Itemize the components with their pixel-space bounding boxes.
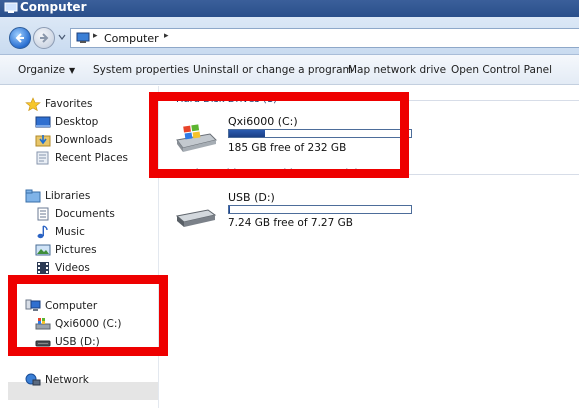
system-properties-button[interactable]: System properties bbox=[93, 64, 189, 76]
drive-usage-fill-d bbox=[229, 206, 230, 213]
recent-pages-dropdown-icon[interactable] bbox=[58, 33, 66, 41]
sidebar-item-label: Libraries bbox=[45, 190, 91, 202]
desktop-icon bbox=[35, 116, 51, 128]
drive-free-text-d: 7.24 GB free of 7.27 GB bbox=[228, 217, 353, 229]
documents-icon bbox=[37, 207, 49, 221]
sidebar-item-label: Favorites bbox=[45, 98, 93, 110]
navigation-pane: Favorites Desktop Downloads Recent Place… bbox=[0, 86, 159, 408]
organize-menu[interactable]: Organize ▼ bbox=[18, 64, 75, 76]
sidebar-item-label: Pictures bbox=[55, 244, 97, 256]
highlight-box-hard-disk bbox=[149, 92, 409, 178]
sidebar-item-downloads[interactable]: Downloads bbox=[35, 132, 113, 148]
sidebar-item-music[interactable]: Music bbox=[35, 224, 85, 240]
arrow-right-icon bbox=[40, 33, 49, 43]
breadcrumb-computer[interactable]: Computer bbox=[104, 32, 159, 45]
open-control-panel-button[interactable]: Open Control Panel bbox=[451, 64, 552, 76]
forward-button[interactable] bbox=[33, 27, 55, 49]
computer-icon bbox=[4, 2, 18, 13]
sidebar-item-pictures[interactable]: Pictures bbox=[35, 242, 97, 258]
recent-places-icon bbox=[36, 151, 49, 165]
address-bar[interactable]: ▸ Computer ▸ bbox=[70, 28, 579, 48]
arrow-left-icon bbox=[15, 33, 24, 43]
window-title: Computer bbox=[20, 0, 87, 14]
back-button[interactable] bbox=[9, 27, 31, 49]
downloads-folder-icon bbox=[35, 135, 51, 147]
organize-label: Organize bbox=[18, 64, 66, 76]
sidebar-item-favorites[interactable]: Favorites bbox=[25, 96, 92, 112]
address-row: ▸ Computer ▸ bbox=[0, 17, 579, 55]
drive-name-d: USB (D:) bbox=[228, 191, 275, 204]
title-bar: Computer bbox=[0, 0, 579, 17]
chevron-down-icon: ▼ bbox=[69, 66, 76, 75]
sidebar-item-label: Network bbox=[45, 374, 89, 386]
map-network-drive-button[interactable]: Map network drive bbox=[348, 64, 446, 76]
sidebar-item-label: Recent Places bbox=[55, 152, 129, 164]
pictures-icon bbox=[35, 244, 51, 256]
sidebar-item-desktop[interactable]: Desktop bbox=[35, 114, 98, 130]
sidebar-item-libraries[interactable]: Libraries bbox=[25, 188, 90, 204]
network-icon bbox=[25, 373, 41, 386]
sidebar-item-network[interactable]: Network bbox=[25, 372, 89, 388]
sidebar-item-label: Desktop bbox=[55, 116, 99, 128]
star-icon bbox=[25, 97, 41, 111]
command-bar: Organize ▼ System properties Uninstall or… bbox=[0, 55, 579, 85]
uninstall-program-button[interactable]: Uninstall or change a program bbox=[193, 64, 353, 76]
videos-icon bbox=[37, 262, 49, 274]
sidebar-item-recent-places[interactable]: Recent Places bbox=[35, 150, 128, 166]
chevron-right-icon[interactable]: ▸ bbox=[93, 31, 98, 41]
highlight-box-computer-nav bbox=[8, 275, 168, 356]
libraries-icon bbox=[25, 189, 41, 203]
sidebar-item-label: Documents bbox=[55, 208, 115, 220]
sidebar-item-label: Videos bbox=[55, 262, 90, 274]
computer-icon bbox=[76, 32, 90, 43]
chevron-right-icon[interactable]: ▸ bbox=[164, 31, 169, 41]
drive-usage-bar-d bbox=[228, 205, 412, 214]
music-icon bbox=[37, 225, 48, 239]
usb-drive-icon bbox=[175, 209, 217, 227]
sidebar-item-videos[interactable]: Videos bbox=[35, 260, 90, 276]
sidebar-item-documents[interactable]: Documents bbox=[35, 206, 115, 222]
sidebar-item-label: Downloads bbox=[55, 134, 113, 146]
sidebar-item-label: Music bbox=[55, 226, 85, 238]
